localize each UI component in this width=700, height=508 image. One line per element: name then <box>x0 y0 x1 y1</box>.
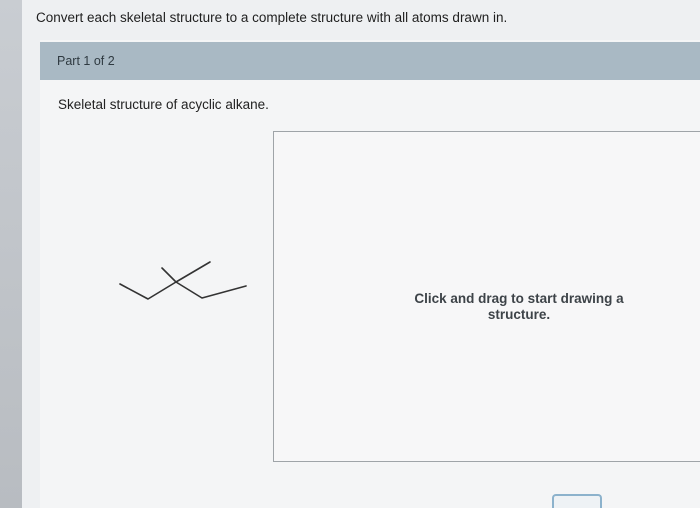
branch-upper-left <box>161 267 177 283</box>
instruction-text: Convert each skeletal structure to a com… <box>36 10 508 25</box>
skeletal-structure <box>119 261 247 300</box>
part-label: Part 1 of 2 <box>57 54 115 68</box>
canvas-hint: Click and drag to start drawing a struct… <box>414 291 624 322</box>
toolbar-button[interactable] <box>552 494 602 508</box>
part-header <box>40 42 700 80</box>
left-sidebar-strip <box>0 0 22 508</box>
branch-upper-right <box>175 261 211 283</box>
question-prompt: Skeletal structure of acyclic alkane. <box>58 97 269 112</box>
main-chain <box>119 281 247 300</box>
